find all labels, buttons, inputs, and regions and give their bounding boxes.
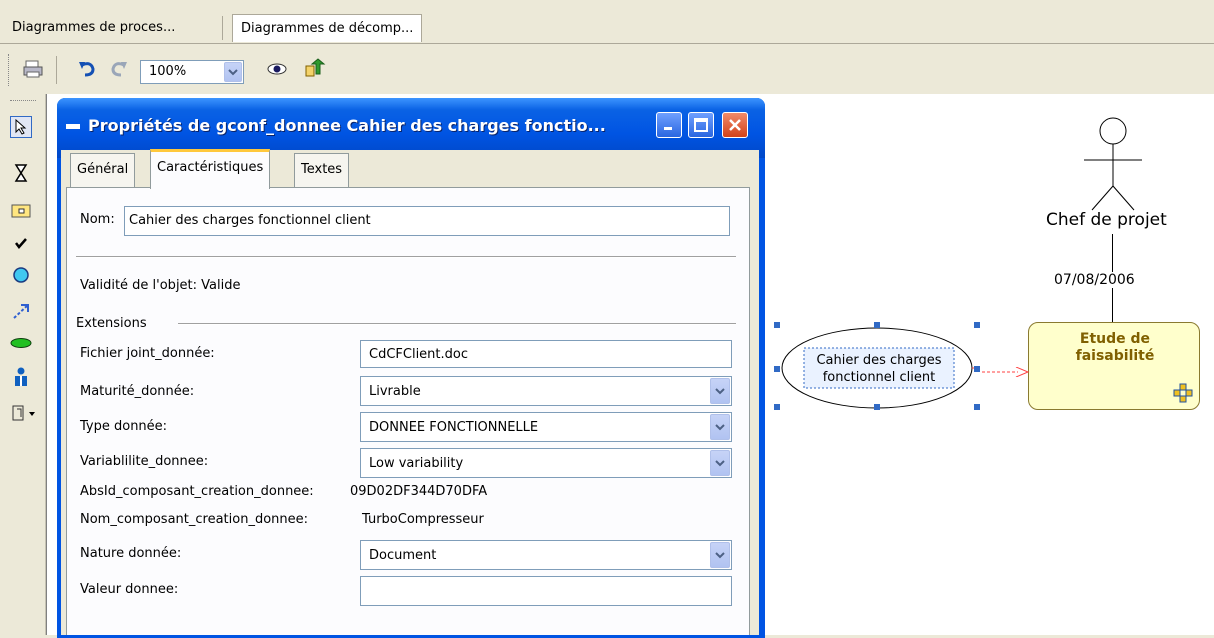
doc-tab-process-diagrams[interactable]: Diagrammes de proces... bbox=[4, 14, 184, 42]
zoom-value: 100% bbox=[149, 64, 187, 79]
tab-label: Textes bbox=[301, 162, 343, 177]
valeur-field[interactable] bbox=[360, 576, 732, 606]
activity-title: Etude de faisabilité bbox=[1029, 331, 1201, 365]
nature-select[interactable]: Document bbox=[360, 540, 732, 570]
doc-tab-label: Diagrammes de proces... bbox=[12, 20, 176, 35]
activity-title-line1: Etude de bbox=[1079, 331, 1151, 347]
close-icon bbox=[729, 119, 741, 131]
maximize-icon bbox=[694, 118, 708, 132]
toolbar-grip[interactable] bbox=[8, 54, 11, 86]
maturite-select[interactable]: Livrable bbox=[360, 376, 732, 406]
tab-caracteristiques[interactable]: Caractéristiques bbox=[150, 149, 271, 189]
flow-arrow[interactable] bbox=[982, 366, 1030, 378]
data-node-label: Cahier des charges fonctionnel client bbox=[804, 352, 954, 386]
type-label: Type donnée: bbox=[80, 419, 168, 434]
chevron-down-icon[interactable] bbox=[710, 378, 730, 404]
extensions-divider bbox=[178, 323, 736, 325]
tab-label: Caractéristiques bbox=[157, 160, 264, 175]
maturite-label: Maturité_donnée: bbox=[80, 384, 195, 399]
absid-label: AbsId_composant_creation_donnee: bbox=[80, 484, 314, 499]
chevron-down-icon[interactable] bbox=[710, 450, 730, 476]
data-node-label-line2: fonctionnel client bbox=[822, 370, 936, 385]
nom-field[interactable]: Cahier des charges fonctionnel client bbox=[124, 206, 730, 236]
nom-label: Nom: bbox=[80, 212, 115, 227]
tab-separator bbox=[222, 16, 223, 40]
check-icon[interactable] bbox=[10, 232, 32, 254]
data-node-label-line1: Cahier des charges bbox=[816, 353, 942, 368]
doc-tab-label: Diagrammes de décomp... bbox=[241, 21, 414, 36]
print-icon[interactable] bbox=[22, 58, 44, 80]
valeur-label: Valeur donnee: bbox=[80, 582, 179, 597]
divider bbox=[76, 256, 736, 258]
toolbar-separator bbox=[56, 56, 57, 84]
link-arrow-icon[interactable] bbox=[10, 300, 32, 322]
actor-figure[interactable] bbox=[1070, 114, 1150, 224]
selection-handle[interactable] bbox=[774, 322, 780, 328]
doc-tab-decomposition-diagrams[interactable]: Diagrammes de décomp... bbox=[232, 14, 423, 42]
nom-value: Cahier des charges fonctionnel client bbox=[129, 213, 371, 228]
circle-icon[interactable] bbox=[10, 264, 32, 286]
actor-label: Chef de projet bbox=[1046, 210, 1167, 230]
fichier-field[interactable]: CdCFClient.doc bbox=[360, 340, 732, 368]
date-label: 07/08/2006 bbox=[1054, 272, 1135, 288]
dialog-title: Propriétés de gconf_donnee Cahier des ch… bbox=[88, 116, 606, 135]
fichier-label: Fichier joint_donnée: bbox=[80, 346, 215, 361]
selection-handle[interactable] bbox=[774, 366, 780, 372]
variab-select[interactable]: Low variability bbox=[360, 448, 732, 478]
selection-handle[interactable] bbox=[774, 404, 780, 410]
component-icon[interactable] bbox=[10, 200, 32, 222]
selection-handle[interactable] bbox=[974, 404, 980, 410]
ellipse-data-icon[interactable] bbox=[10, 332, 32, 354]
selection-handle[interactable] bbox=[874, 404, 880, 410]
hourglass-icon[interactable] bbox=[10, 162, 32, 184]
activity-node[interactable]: Etude de faisabilité bbox=[1028, 322, 1200, 410]
variab-value: Low variability bbox=[369, 456, 464, 471]
redo-icon[interactable] bbox=[108, 58, 130, 80]
nomcomp-label: Nom_composant_creation_donnee: bbox=[80, 512, 309, 527]
decomposition-icon[interactable] bbox=[1173, 383, 1193, 407]
nomcomp-value: TurboCompresseur bbox=[362, 512, 484, 527]
fichier-value: CdCFClient.doc bbox=[369, 347, 469, 362]
maximize-button[interactable] bbox=[688, 112, 714, 138]
minimize-button[interactable] bbox=[656, 112, 682, 138]
tab-label: Général bbox=[77, 162, 129, 177]
nature-value: Document bbox=[369, 548, 437, 563]
activity-title-line2: faisabilité bbox=[1075, 348, 1155, 364]
undo-icon[interactable] bbox=[76, 58, 98, 80]
palette-grip[interactable] bbox=[10, 100, 36, 103]
pointer-icon[interactable] bbox=[10, 116, 32, 138]
absid-value: 09D02DF344D70DFA bbox=[350, 484, 488, 499]
tools-menu-icon[interactable] bbox=[10, 402, 40, 424]
eye-icon[interactable] bbox=[266, 58, 288, 80]
extensions-label: Extensions bbox=[76, 316, 147, 331]
zoom-dropdown-icon[interactable] bbox=[224, 62, 242, 82]
chevron-down-icon[interactable] bbox=[710, 414, 730, 440]
type-select[interactable]: DONNEE FONCTIONNELLE bbox=[360, 412, 732, 442]
type-value: DONNEE FONCTIONNELLE bbox=[369, 420, 539, 435]
close-button[interactable] bbox=[722, 112, 748, 138]
minimize-icon bbox=[664, 127, 672, 130]
validite-text: Validité de l'objet: Valide bbox=[80, 278, 241, 293]
tab-textes[interactable]: Textes bbox=[294, 153, 350, 187]
variab-label: Variablilite_donnee: bbox=[80, 454, 209, 469]
zoom-select[interactable]: 100% bbox=[140, 60, 244, 84]
dialog-app-icon bbox=[66, 124, 80, 129]
export-icon[interactable] bbox=[304, 58, 326, 80]
actor-icon[interactable] bbox=[10, 366, 32, 388]
maturite-value: Livrable bbox=[369, 384, 421, 399]
selection-handle[interactable] bbox=[974, 322, 980, 328]
tab-general[interactable]: Général bbox=[70, 153, 136, 187]
chevron-down-icon[interactable] bbox=[710, 542, 730, 568]
nature-label: Nature donnée: bbox=[80, 546, 182, 561]
selection-handle[interactable] bbox=[974, 366, 980, 372]
selection-handle[interactable] bbox=[874, 322, 880, 328]
